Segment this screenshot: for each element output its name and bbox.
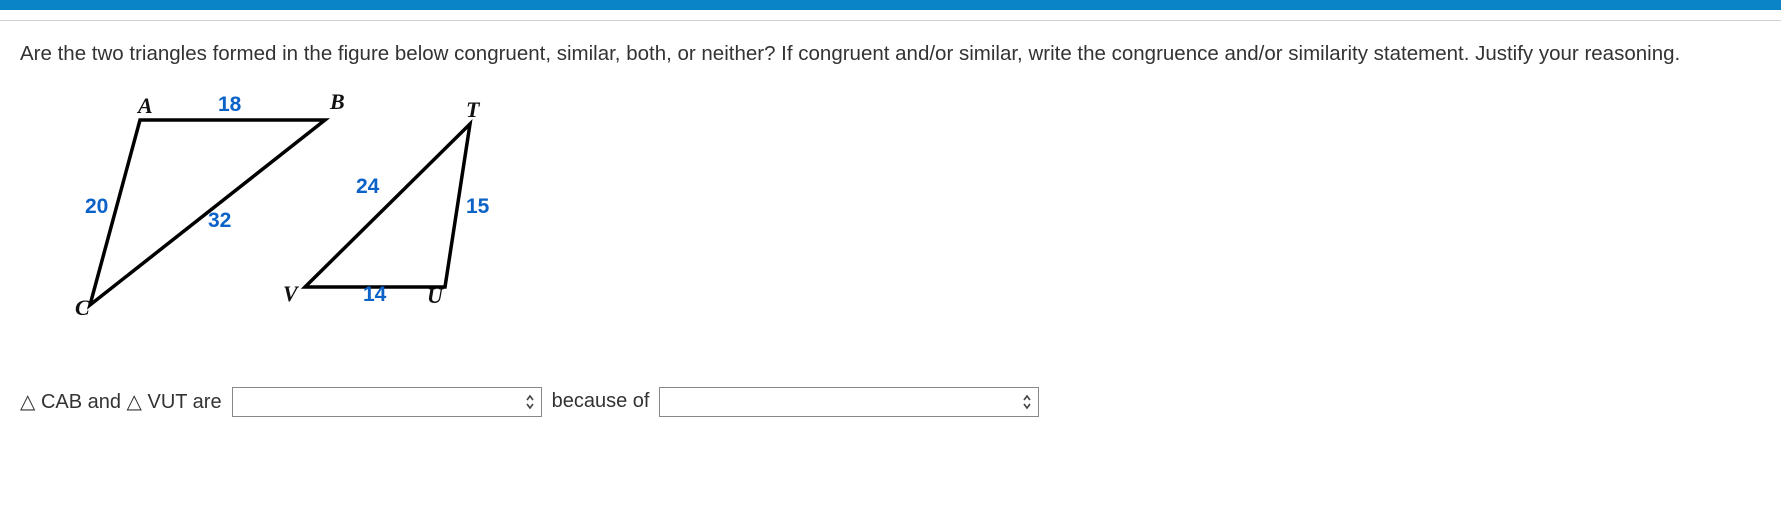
relation-select[interactable] <box>232 387 542 417</box>
top-accent-bar <box>0 0 1781 10</box>
reason-select-wrap <box>659 387 1039 417</box>
edge-VT: 24 <box>356 175 379 199</box>
vertex-U: U <box>427 283 443 309</box>
vertex-C: C <box>75 295 90 321</box>
question-text: Are the two triangles formed in the figu… <box>20 39 1761 69</box>
edge-TU: 15 <box>466 195 489 219</box>
edge-VU: 14 <box>363 283 386 307</box>
vertex-A: A <box>138 93 153 119</box>
reason-select[interactable] <box>659 387 1039 417</box>
edge-AB: 18 <box>218 93 241 117</box>
edge-CA: 20 <box>85 195 108 219</box>
vertex-T: T <box>466 97 479 123</box>
vertex-V: V <box>283 281 298 307</box>
triangles-figure: A B C 18 20 32 T U V 24 15 14 <box>50 87 530 347</box>
relation-select-wrap <box>232 387 542 417</box>
edge-BC: 32 <box>208 209 231 233</box>
answer-row: △ CAB and △ VUT are because of <box>20 387 1761 417</box>
vertex-B: B <box>330 89 345 115</box>
triangle-vut <box>305 124 470 287</box>
answer-prefix: △ CAB and △ VUT are <box>20 389 222 414</box>
triangles-svg <box>50 87 530 347</box>
answer-connector: because of <box>552 390 650 413</box>
content-area: Are the two triangles formed in the figu… <box>0 21 1781 447</box>
